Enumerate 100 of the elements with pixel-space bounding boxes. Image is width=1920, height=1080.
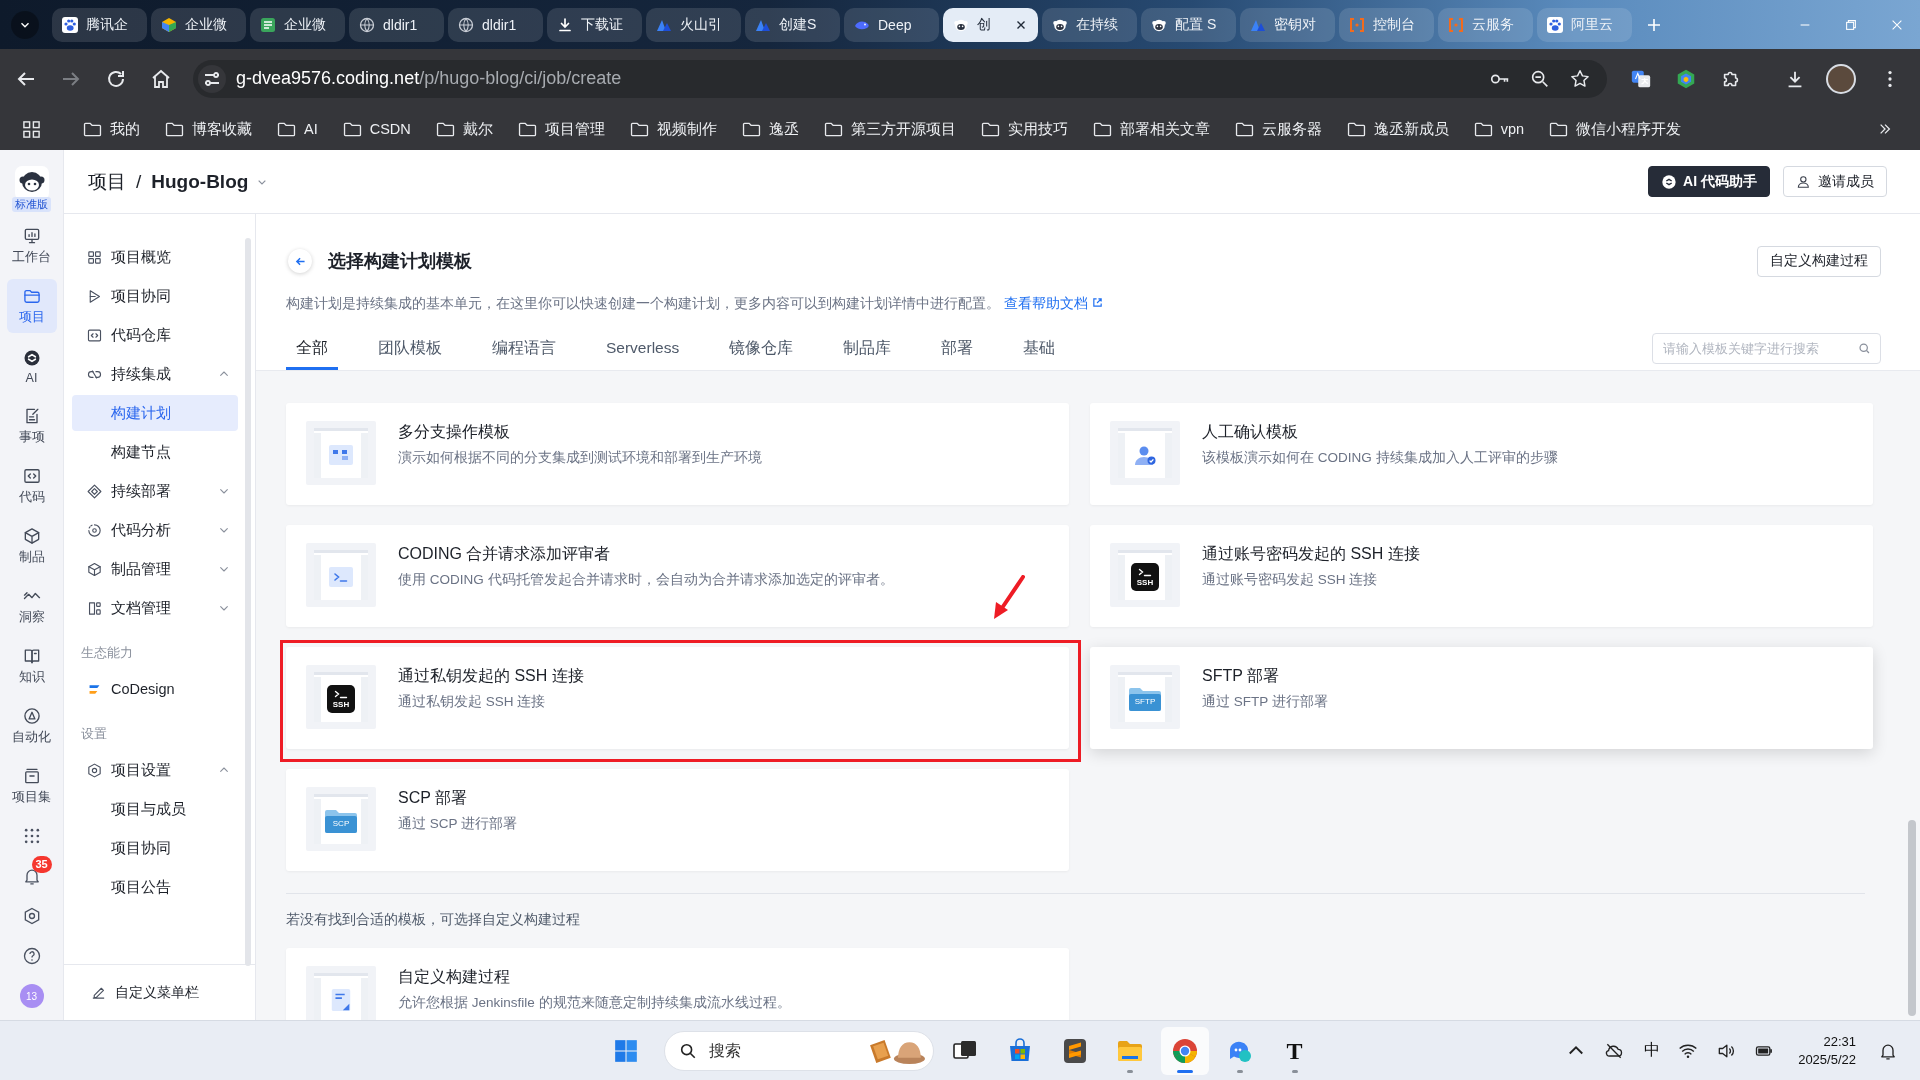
bookmark-folder[interactable]: 部署相关文章 xyxy=(1086,115,1216,143)
nav-item[interactable]: 项目概览 xyxy=(72,239,238,275)
site-info-icon[interactable] xyxy=(198,64,226,93)
bookmark-folder[interactable]: 逸丞新成员 xyxy=(1340,115,1455,143)
browser-tab[interactable]: dldir1 xyxy=(448,7,543,42)
plus-icon[interactable] xyxy=(1646,16,1662,33)
search-field[interactable]: 请输入模板关键字进行搜索 xyxy=(1652,332,1881,364)
bookmark-folder[interactable]: 微信小程序开发 xyxy=(1543,115,1688,143)
star-icon[interactable] xyxy=(1569,67,1591,90)
scrollbar-thumb[interactable] xyxy=(1908,820,1916,1016)
template-card[interactable]: SFTP SFTP 部署 通过 SFTP 进行部署 xyxy=(1090,647,1873,749)
monkey-face-icon[interactable] xyxy=(14,166,49,200)
profile-avatar[interactable] xyxy=(1826,63,1856,94)
browser-tab[interactable]: dldir1 xyxy=(349,7,444,42)
rail-item[interactable]: 自动化 xyxy=(6,699,57,753)
nav-item[interactable]: 项目与成员 xyxy=(72,791,238,827)
browser-tab[interactable]: 火山引 xyxy=(646,7,741,42)
bookmark-folder[interactable]: 云服务器 xyxy=(1228,115,1328,143)
template-card[interactable]: 自定义构建过程 允许您根据 Jenkinsfile 的规范来随意定制持续集成流水线过程。 xyxy=(286,948,1069,1020)
rail-item[interactable]: AI xyxy=(6,339,57,393)
browser-tab[interactable]: 腾讯企 xyxy=(52,7,147,42)
category-tab[interactable]: 全部 xyxy=(286,326,338,370)
nav-item[interactable]: 持续集成 xyxy=(72,356,238,392)
help-icon[interactable] xyxy=(21,946,42,966)
breadcrumb-link[interactable]: Hugo-Blog xyxy=(151,170,249,193)
rail-item[interactable]: 制品 xyxy=(6,519,57,573)
address-bar[interactable]: g-dvea9576.coding.net/p/hugo-blog/ci/job/create xyxy=(193,59,1607,98)
template-card[interactable]: 多分支操作模板 演示如何根据不同的分支集成到测试环境和部署到生产环境 xyxy=(286,403,1069,505)
category-tab[interactable]: Serverless xyxy=(596,326,690,370)
nav-item[interactable]: 制品管理 xyxy=(72,551,238,587)
template-card[interactable]: SSH 通过私钥发起的 SSH 连接 通过私钥发起 SSH 连接 xyxy=(286,647,1069,749)
nav-item[interactable]: 项目公告 xyxy=(72,869,238,905)
help-link[interactable]: 查看帮助文档 xyxy=(1004,296,1103,311)
template-description: 通过账号密码发起 SSH 连接 xyxy=(1202,571,1379,589)
hexagon-extension-icon[interactable] xyxy=(1675,67,1697,90)
nav-item[interactable]: 项目设置 xyxy=(72,752,238,788)
double-chevron-icon[interactable] xyxy=(1878,122,1892,136)
nav-item[interactable]: 代码分析 xyxy=(72,512,238,548)
category-tab[interactable]: 基础 xyxy=(1013,326,1066,370)
template-card[interactable]: SCP SCP 部署 通过 SCP 进行部署 xyxy=(286,769,1069,871)
nav-item[interactable]: 代码仓库 xyxy=(72,317,238,353)
nav-item[interactable]: 文档管理 xyxy=(72,590,238,626)
rail-item[interactable]: 代码 xyxy=(6,459,57,513)
nav-item[interactable]: CoDesign xyxy=(72,671,238,707)
input-method-indicator[interactable]: 中 xyxy=(1644,1040,1661,1061)
nav-item[interactable]: 项目协同 xyxy=(72,278,238,314)
tab-search-button[interactable] xyxy=(11,10,39,39)
browser-tab[interactable]: 下载证 xyxy=(547,7,642,42)
browser-tab[interactable]: 企业微 xyxy=(151,7,246,42)
template-card[interactable]: 人工确认模板 该模板演示如何在 CODING 持续集成加入人工评审的步骤 xyxy=(1090,403,1873,505)
bookmark-folder[interactable]: 戴尔 xyxy=(429,115,499,143)
nav-item[interactable]: 持续部署 xyxy=(72,473,238,509)
search-icon[interactable] xyxy=(1858,341,1871,355)
nav-item[interactable]: 构建计划 xyxy=(72,395,238,431)
browser-tab[interactable]: 配置 S xyxy=(1141,7,1236,42)
bookmark-folder[interactable]: 逸丞 xyxy=(735,115,805,143)
scrollbar-thumb[interactable] xyxy=(245,238,251,966)
bookmark-folder[interactable]: 第三方开源项目 xyxy=(817,115,962,143)
rail-item[interactable]: 工作台 xyxy=(6,219,57,273)
browser-tab[interactable]: 创建S xyxy=(745,7,840,42)
category-tab[interactable]: 部署 xyxy=(931,326,984,370)
nav-item[interactable]: 构建节点 xyxy=(72,434,238,470)
browser-tab[interactable]: 密钥对 xyxy=(1240,7,1335,42)
category-tab[interactable]: 团队模板 xyxy=(368,326,452,370)
bookmark-folder[interactable]: CSDN xyxy=(336,117,417,141)
category-tab[interactable]: 制品库 xyxy=(833,326,902,370)
rail-item[interactable]: 事项 xyxy=(6,399,57,453)
apps-grid-icon[interactable] xyxy=(22,119,41,139)
nav-item[interactable]: 项目协同 xyxy=(72,830,238,866)
folder-label: SCP xyxy=(331,819,351,829)
bookmark-folder[interactable]: 项目管理 xyxy=(511,115,611,143)
bookmark-folder[interactable]: 实用技巧 xyxy=(974,115,1074,143)
rail-item[interactable]: 洞察 xyxy=(6,579,57,633)
bookmark-folder[interactable]: vpn xyxy=(1467,117,1531,141)
browser-tab[interactable]: Deep xyxy=(844,7,939,42)
rail-item[interactable]: 项目集 xyxy=(6,759,57,813)
start-icon[interactable] xyxy=(612,1037,639,1064)
browser-tab[interactable]: 在持续 xyxy=(1042,7,1137,42)
bookmark-folder[interactable]: AI xyxy=(271,117,324,141)
category-tab[interactable]: 镜像仓库 xyxy=(719,326,804,370)
browser-tab[interactable]: 企业微 xyxy=(250,7,345,42)
bookmark-folder[interactable]: 博客收藏 xyxy=(159,115,258,143)
browser-tab[interactable]: 创 xyxy=(943,7,1038,42)
back-button[interactable] xyxy=(288,249,312,273)
browser-tab[interactable]: 控制台 xyxy=(1339,7,1434,42)
breadcrumb-link[interactable]: 项目 xyxy=(88,168,126,195)
taskbar-app[interactable]: T xyxy=(1270,1026,1319,1075)
rail-item[interactable]: 项目 xyxy=(6,279,57,333)
template-card[interactable]: CODING 合并请求添加评审者 使用 CODING 代码托管发起合并请求时，会自动为合并请求添加选定的评审者。 xyxy=(286,525,1069,627)
bookmark-folder[interactable]: 视频制作 xyxy=(623,115,723,143)
ai-assistant-button[interactable]: AI 代码助手 xyxy=(1648,166,1770,197)
category-tab[interactable]: 编程语言 xyxy=(482,326,566,370)
taskbar-search-field[interactable]: 搜索 xyxy=(663,1030,934,1071)
bookmark-folder[interactable]: 我的 xyxy=(77,115,146,143)
rail-item[interactable]: 知识 xyxy=(6,639,57,693)
custom-process-button[interactable]: 自定义构建过程 xyxy=(1757,245,1881,277)
clock-date[interactable]: 2025/5/22 xyxy=(1798,1050,1856,1069)
template-card[interactable]: SSH 通过账号密码发起的 SSH 连接 通过账号密码发起 SSH 连接 xyxy=(1090,525,1873,627)
clock-time[interactable]: 22:31 xyxy=(1823,1032,1856,1051)
invite-button[interactable]: 邀请成员 xyxy=(1783,166,1887,197)
